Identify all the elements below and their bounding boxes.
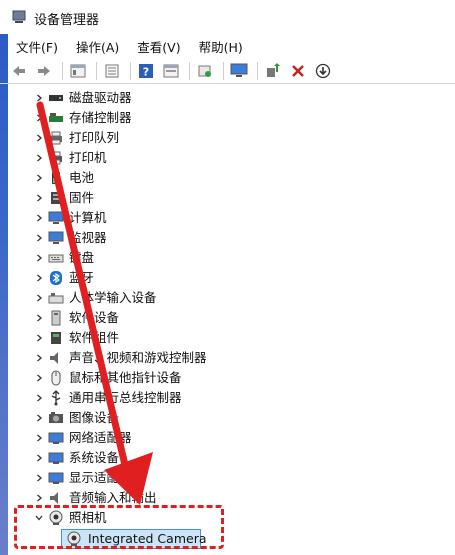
annotation-arrow bbox=[36, 101, 153, 505]
annotation-arrow-shaft bbox=[36, 101, 129, 469]
annotation-arrow-head bbox=[104, 452, 153, 505]
device-manager-window: 设备管理器 文件(F) 操作(A) 查看(V) 帮助(H) ? 磁盘驱动器 存储… bbox=[0, 0, 455, 555]
